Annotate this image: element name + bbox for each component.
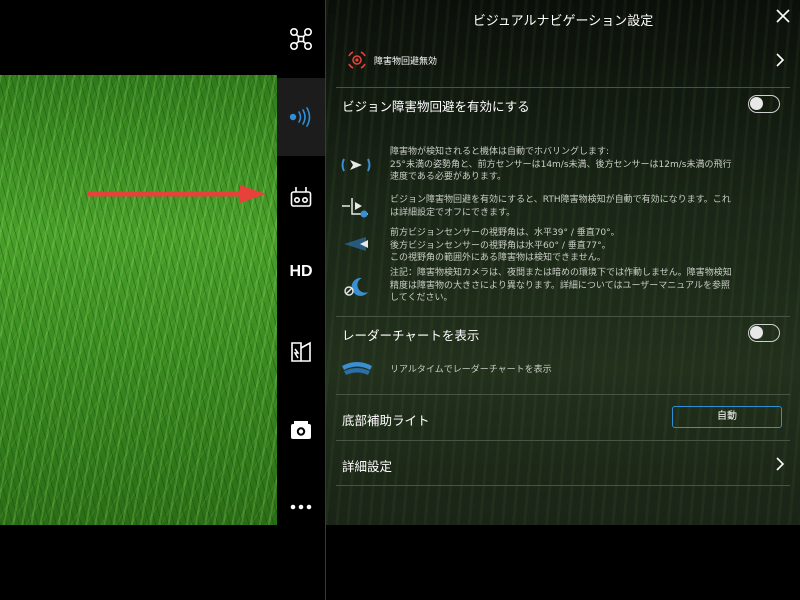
chevron-right-icon [776, 457, 784, 471]
obstacle-status-row[interactable]: 障害物回避無効 [336, 46, 790, 74]
description-text: 注記：障害物検知カメラは、夜間または暗めの環境下では作動しません。障害物検知 精… [390, 268, 732, 303]
obstacle-status-text: 障害物回避無効 [374, 57, 438, 67]
divider [336, 440, 790, 441]
red-arrow-annotation [88, 185, 266, 203]
camera-view [0, 75, 277, 525]
divider [336, 394, 790, 395]
night-warning-icon [344, 277, 368, 296]
description-text: 障害物が検知されると機体は自動でホバリングします: 25°未満の姿勢角と、前方セ… [390, 147, 732, 182]
close-icon[interactable] [776, 9, 790, 23]
battery-icon [291, 341, 311, 362]
chevron-right-icon [776, 53, 784, 67]
radar-chart-toggle[interactable] [748, 324, 780, 342]
divider [336, 485, 790, 486]
remote-controller-icon [290, 187, 312, 207]
rth-obstacle-icon [342, 198, 368, 218]
camera-icon [291, 421, 311, 439]
divider [336, 316, 790, 317]
page-title: ビジュアルナビゲーション設定 [472, 14, 654, 29]
vision-angle-icon [344, 237, 368, 251]
obstacle-avoidance-label: ビジョン障害物回避を有効にする [342, 99, 530, 114]
sidebar-item-battery[interactable] [277, 335, 325, 369]
advanced-settings-label: 詳細設定 [342, 459, 393, 474]
vision-sensor-icon [289, 107, 311, 127]
radar-chart-icon [342, 362, 372, 375]
sidebar-item-more[interactable] [277, 495, 325, 519]
radar-sensor-icon [341, 158, 371, 172]
drone-icon [289, 27, 313, 51]
description-text: 前方ビジョンセンサーの視野角は、水平39° / 垂直70°。 後方ビジョンセンサ… [390, 228, 620, 263]
more-icon [290, 504, 312, 510]
obstacle-avoidance-toggle[interactable] [748, 95, 780, 113]
sidebar-item-camera[interactable] [277, 413, 325, 447]
advanced-settings-row[interactable]: 詳細設定 [336, 446, 790, 482]
sidebar: HD [277, 0, 325, 600]
description-text: ビジョン障害物回避を有効にすると、RTH障害物検知が自動で有効になります。これ … [390, 195, 731, 218]
sidebar-item-remote[interactable] [277, 180, 325, 214]
bottom-light-auto-button[interactable]: 自動 [672, 406, 782, 428]
settings-panel: ビジュアルナビゲーション設定 障害物回避無効 ビジョン障害物回避を有効にする 障… [326, 0, 800, 600]
divider [336, 87, 790, 88]
bottom-light-label: 底部補助ライト [342, 413, 430, 428]
sidebar-item-aircraft[interactable] [277, 22, 325, 56]
sidebar-item-vision[interactable] [277, 78, 325, 156]
hd-transmission-icon: HD [289, 263, 313, 280]
radar-chart-description: リアルタイムでレーダーチャートを表示 [390, 365, 552, 375]
radar-chart-label: レーダーチャートを表示 [342, 328, 480, 343]
obstacle-warning-icon [348, 51, 366, 69]
sidebar-item-hd[interactable]: HD [277, 255, 325, 289]
